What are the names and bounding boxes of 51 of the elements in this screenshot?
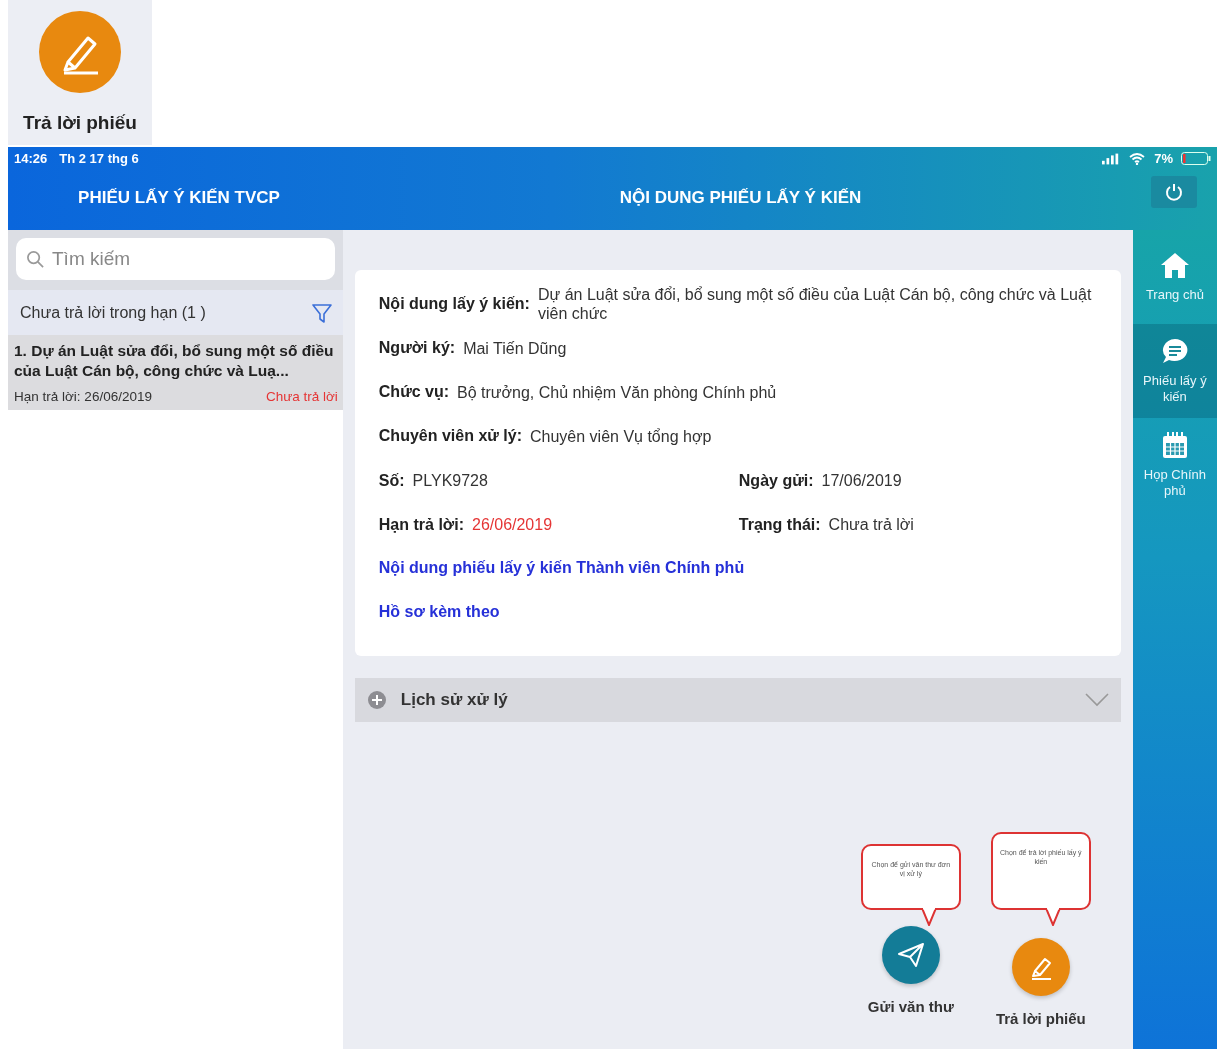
field-value: 17/06/2019 [821, 470, 902, 490]
field-label: Người ký: [378, 339, 456, 357]
status-time: 14:26 [14, 151, 48, 166]
paper-plane-icon [895, 940, 926, 970]
tooltip-tail [1044, 908, 1061, 926]
field-label: Chuyên viên xử lý: [378, 427, 522, 445]
wifi-icon [1128, 152, 1147, 165]
field-value: Dự án Luật sửa đổi, bổ sung một số điều của Luật Cán bộ, công chức và Luật viên chức [537, 285, 1093, 323]
field-value: Chưa trả lời [828, 514, 914, 534]
tooltip-tail [920, 908, 937, 926]
history-bar[interactable]: Lịch sử xử lý [354, 678, 1121, 722]
field-value: Chuyên viên Vụ tổng hợp [530, 426, 712, 446]
history-label: Lịch sử xử lý [400, 690, 509, 710]
field-label: Trạng thái: [738, 515, 821, 534]
page-title: NỘI DUNG PHIẾU LẤY Ý KIẾN [618, 188, 863, 209]
power-button[interactable] [1151, 176, 1197, 208]
signal-icon [1102, 152, 1121, 165]
search-field[interactable]: Tìm kiếm [16, 238, 335, 280]
chevron-icon [1084, 693, 1109, 707]
field-label: Nội dung lấy ý kiến: [378, 295, 530, 313]
filter-label: Chưa trả lời trong hạn (1 ) [20, 303, 206, 322]
field-label: Chức vụ: [378, 383, 450, 401]
preview-label: Trả lời phiếu [23, 112, 137, 134]
list-item[interactable]: 1. Dự án Luật sửa đổi, bổ sung một số điều của Luật Cán bộ, công chức và Luạ... Hạn trả lời: 26/06/2019 Chưa trả lời [8, 335, 343, 410]
item-title: 1. Dự án Luật sửa đổi, bổ sung một số điều của Luật Cán bộ, công chức và Luạ... [14, 341, 335, 381]
action-label: Gửi văn thư [867, 998, 954, 1015]
filter-icon[interactable] [310, 301, 333, 324]
marker-pen-icon [38, 10, 122, 94]
field-label: Số: [378, 471, 405, 490]
action-button[interactable] [881, 926, 940, 984]
status-date: Th 2 17 thg 6 [59, 151, 139, 166]
power-icon [1164, 182, 1184, 202]
action-label: Trả lời phiếu [995, 1010, 1086, 1027]
search-icon [26, 250, 45, 269]
field-value: PLYK9728 [412, 470, 488, 490]
battery-icon [1181, 152, 1211, 165]
field-value: 26/06/2019 [472, 514, 553, 534]
item-deadline: Hạn trả lời: 26/06/2019 [14, 389, 152, 404]
action-button[interactable] [1011, 938, 1070, 996]
house-icon [1159, 251, 1190, 279]
list-title: PHIẾU LẤY Ý KIẾN TVCP [77, 188, 281, 209]
document-link[interactable]: Hồ sơ kèm theo [378, 590, 500, 634]
nav-item[interactable]: Phiếu lấy ý kiến [1132, 324, 1217, 418]
battery-percent: 7% [1154, 151, 1173, 166]
field-label: Ngày gửi: [738, 471, 814, 490]
document-link[interactable]: Nội dung phiếu lấy ý kiến Thành viên Chính phủ [378, 546, 745, 590]
field-value: Mai Tiến Dũng [463, 338, 567, 358]
field-label: Hạn trả lời: [378, 515, 464, 534]
item-status: Chưa trả lời [265, 389, 338, 404]
field-value: Bộ trưởng, Chủ nhiệm Văn phòng Chính phủ [457, 382, 777, 402]
plus-circle-icon [366, 690, 387, 710]
